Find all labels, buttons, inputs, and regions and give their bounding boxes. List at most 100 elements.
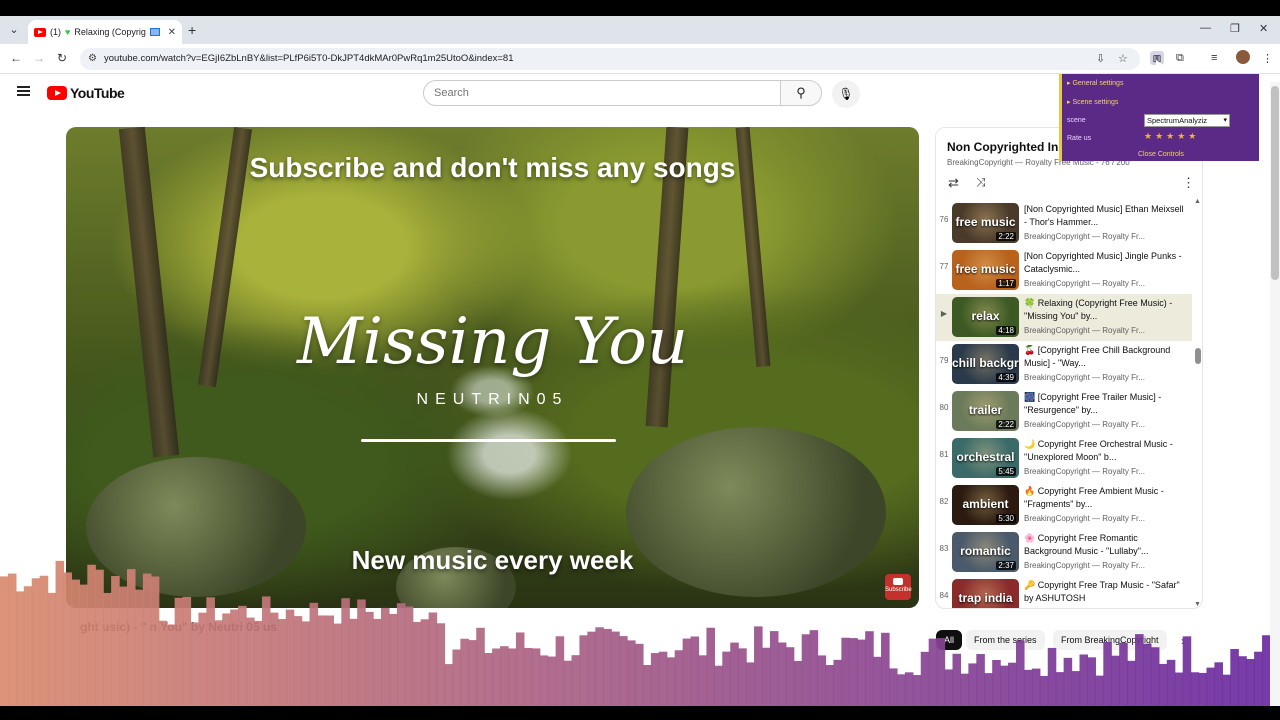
playlist-item-thumbnail[interactable]: chill background 4:39 (952, 344, 1019, 384)
spectrum-bar (635, 643, 644, 706)
browser-tab-active[interactable]: (1) ♥ Relaxing (Copyright ✕ (28, 20, 182, 44)
back-arrow-icon[interactable]: ← (10, 51, 22, 65)
page-scrollbar[interactable] (1270, 82, 1280, 706)
playlist-item-channel[interactable]: BreakingCopyright — Royalty Fr... (1024, 514, 1145, 523)
spectrum-bar (1206, 667, 1216, 706)
playlist-item-title[interactable]: 🍒 [Copyright Free Chill Background Music… (1024, 344, 1184, 370)
search-input[interactable] (424, 81, 780, 105)
general-settings-toggle[interactable]: ▸ General settings (1067, 79, 1123, 87)
spectrum-bar (992, 660, 1001, 706)
playlist-item-channel[interactable]: BreakingCopyright — Royalty Fr... (1024, 326, 1145, 335)
duration-badge: 2:22 (996, 232, 1016, 241)
site-info-icon[interactable]: ⚙ (88, 53, 97, 64)
playlist-item-channel[interactable]: BreakingCopyright — Royalty Fr... (1024, 373, 1145, 382)
playlist-items: 76 free music 2:22 [Non Copyrighted Music] … (936, 194, 1192, 608)
maximize-icon[interactable]: ❐ (1230, 22, 1240, 35)
playlist-item-title[interactable]: 🎆 [Copyright Free Trailer Music] - "Resu… (1024, 391, 1184, 417)
playlist-item-channel[interactable]: BreakingCopyright — Royalty Fr... (1024, 279, 1145, 288)
spectrum-bar (285, 609, 295, 706)
playlist-item-title[interactable]: [Non Copyrighted Music] Jingle Punks - C… (1024, 250, 1184, 276)
chip-all[interactable]: All (936, 630, 963, 650)
playlist-item-thumbnail[interactable]: trap india (952, 579, 1019, 608)
chevron-right-icon[interactable]: › (1181, 634, 1185, 648)
spectrum-bar (412, 621, 422, 706)
playlist-item-title[interactable]: [Non Copyrighted Music] Ethan Meixsell -… (1024, 203, 1184, 229)
reload-icon[interactable]: ↻ (57, 51, 67, 65)
hamburger-menu-icon[interactable] (17, 86, 30, 96)
loop-playlist-icon[interactable]: ⇄ (948, 175, 959, 191)
playlist-title[interactable]: Non Copyrighted In (947, 140, 1058, 154)
forward-arrow-icon[interactable]: → (33, 51, 45, 65)
playlist-scroll-thumb[interactable] (1195, 348, 1201, 364)
extensions-puzzle-icon[interactable]: ⧉ (1176, 52, 1184, 65)
shuffle-playlist-icon[interactable]: ⤨ (976, 175, 986, 190)
playlist-item-thumbnail[interactable]: free music 2:22 (952, 203, 1019, 243)
playlist-item[interactable]: relax 4:18 🍀 Relaxing (Copyright Free Musi… (936, 294, 1192, 341)
install-app-icon[interactable]: ⇩ (1096, 52, 1105, 65)
playlist-item-title[interactable]: 🔑 Copyright Free Trap Music - "Safar" by… (1024, 579, 1184, 605)
browser-menu-icon[interactable]: ⋮ (1262, 52, 1273, 65)
spectrum-bar (190, 622, 200, 706)
playlist-item[interactable]: 76 free music 2:22 [Non Copyrighted Music] … (936, 200, 1192, 247)
chip-from-breakingcopyright[interactable]: From BreakingCopyright (1053, 630, 1167, 650)
spectrum-bar (1222, 674, 1231, 706)
playlist-item-thumbnail[interactable]: ambient 5:30 (952, 485, 1019, 525)
playlist-item-title[interactable]: 🌸 Copyright Free Romantic Background Mus… (1024, 532, 1184, 558)
playlist-item-thumbnail[interactable]: romantic 2:37 (952, 532, 1019, 572)
playlist-item-channel[interactable]: BreakingCopyright — Royalty Fr... (1024, 420, 1145, 429)
playlist-item[interactable]: 79chill background 4:39 🍒 [Copyright Free … (936, 341, 1192, 388)
spectrum-bar (452, 649, 461, 706)
playlist-more-icon[interactable]: ⋮ (1182, 175, 1195, 191)
spectrum-bar (1166, 659, 1176, 706)
address-bar[interactable]: ⚙ youtube.com/watch?v=EGjI6ZbLnBY&list=P… (80, 48, 1140, 70)
youtube-logo[interactable]: YouTube (47, 85, 125, 101)
playlist-item-channel[interactable]: BreakingCopyright — Royalty Fr... (1024, 232, 1145, 241)
scene-label: scene (1067, 117, 1086, 124)
playlist-item-thumbnail[interactable]: trailer 2:22 (952, 391, 1019, 431)
playlist-item[interactable]: 84 trap india 🔑 Copyright Free Trap Music … (936, 576, 1192, 608)
playlist-item-thumbnail[interactable]: free music 1:17 (952, 250, 1019, 290)
scene-settings-toggle[interactable]: ▸ Scene settings (1067, 98, 1118, 106)
playlist-item[interactable]: 80 trailer 2:22 🎆 [Copyright Free Trailer M… (936, 388, 1192, 435)
rating-stars[interactable]: ★★★★★ (1144, 131, 1199, 142)
tab-search-chevron-icon[interactable]: ⌄ (6, 22, 22, 38)
playlist-item-thumbnail[interactable]: orchestral 5:45 (952, 438, 1019, 478)
scroll-up-icon[interactable]: ▲ (1194, 198, 1201, 205)
profile-avatar[interactable] (1236, 50, 1250, 64)
playlist-item[interactable]: 77 free music 1:17 [Non Copyrighted Music] … (936, 247, 1192, 294)
media-controls-icon[interactable]: ≡ (1211, 52, 1217, 64)
tab-close-icon[interactable]: ✕ (168, 27, 176, 38)
playlist-item-title[interactable]: 🍀 Relaxing (Copyright Free Music) - "Mis… (1024, 297, 1184, 323)
spectrum-bar (1238, 656, 1247, 706)
page-scroll-thumb[interactable] (1271, 86, 1279, 280)
spectrum-bar (881, 632, 890, 706)
playlist-item-title[interactable]: 🔥 Copyright Free Ambient Music - "Fragme… (1024, 485, 1184, 511)
video-player[interactable]: Subscribe and don't miss any songs Missi… (66, 127, 919, 608)
spectrum-bar (206, 597, 215, 706)
playlist-item-title[interactable]: 🌙 Copyright Free Orchestral Music - "Une… (1024, 438, 1184, 464)
playlist-scrollbar[interactable]: ▲ ▼ (1193, 198, 1202, 608)
spectrum-bar (611, 631, 620, 706)
search-button[interactable]: ⚲ (780, 80, 822, 106)
playlist-item-thumbnail[interactable]: relax 4:18 (952, 297, 1019, 337)
playlist-item[interactable]: 82 ambient 5:30 🔥 Copyright Free Ambient Mu… (936, 482, 1192, 529)
close-controls-link[interactable]: Close Controls (1138, 151, 1184, 158)
new-tab-icon[interactable]: + (188, 22, 196, 38)
subscribe-watermark-button[interactable]: Subscribe (885, 574, 912, 600)
thumbnail-word: relax (971, 309, 1000, 323)
spectrum-bar (1262, 635, 1270, 706)
spectrum-bar (460, 638, 469, 706)
spectrum-bar (1063, 657, 1073, 706)
bookmark-star-icon[interactable]: ☆ (1118, 52, 1128, 65)
close-window-icon[interactable]: ✕ (1259, 22, 1268, 35)
scene-select[interactable]: SpectrumAnalyziz ▾ (1144, 114, 1230, 127)
playlist-item-channel[interactable]: BreakingCopyright — Royalty Fr... (1024, 561, 1145, 570)
scroll-down-icon[interactable]: ▼ (1194, 601, 1201, 608)
chip-from-the-series[interactable]: From the series (966, 630, 1045, 650)
playlist-item[interactable]: 81 orchestral 5:45 🌙 Copyright Free Orchest… (936, 435, 1192, 482)
spectrum-bar (444, 664, 454, 706)
voice-search-button[interactable]: 🎙 (832, 80, 860, 108)
playlist-item-channel[interactable]: BreakingCopyright — Royalty Fr... (1024, 467, 1145, 476)
playlist-item[interactable]: 83 romantic 2:37 🌸 Copyright Free Romantic … (936, 529, 1192, 576)
minimize-icon[interactable]: — (1200, 22, 1211, 34)
